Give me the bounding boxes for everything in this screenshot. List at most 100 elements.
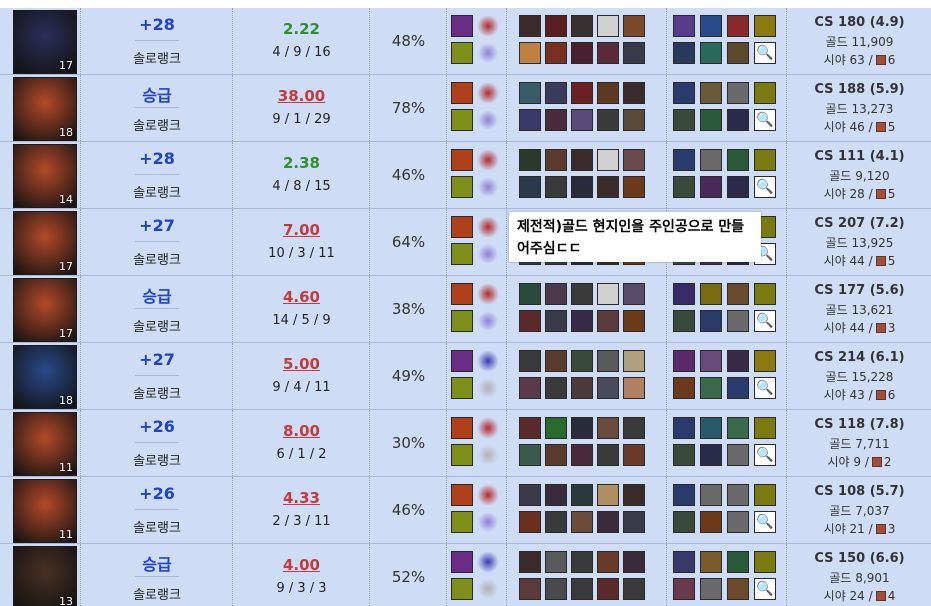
match-row[interactable]: 18 +27 솔로랭크 5.00 9 / 4 / 11 49% 🔍 CS 214 (6.1) 골… [0,343,931,410]
participant-champion-icon[interactable] [545,511,567,533]
search-icon[interactable]: 🔍 [754,176,776,198]
item-icon[interactable] [673,417,695,439]
participant-champion-icon[interactable] [519,350,541,372]
match-row[interactable]: 17 +27 솔로랭크 7.00 10 / 3 / 11 64% 🔍 CS 207 (7.2)… [0,209,931,276]
item-icon[interactable] [673,176,695,198]
item-icon[interactable] [727,15,749,37]
item-icon[interactable] [673,82,695,104]
secondary-rune-icon[interactable] [477,310,499,332]
participant-champion-icon[interactable] [519,377,541,399]
item-icon[interactable] [727,511,749,533]
item-icon[interactable] [700,417,722,439]
participant-champion-icon[interactable] [597,149,619,171]
keystone-rune-icon[interactable] [477,350,499,372]
participant-champion-icon[interactable] [519,42,541,64]
participant-champion-icon[interactable] [519,484,541,506]
item-icon[interactable] [700,15,722,37]
champion-portrait[interactable]: 17 [13,211,77,275]
participant-champion-icon[interactable] [519,176,541,198]
participant-champion-icon[interactable] [571,176,593,198]
item-icon[interactable] [700,444,722,466]
item-icon[interactable] [700,578,722,600]
participant-champion-icon[interactable] [597,578,619,600]
summoner-spell-icon[interactable] [451,511,473,533]
participant-champion-icon[interactable] [623,511,645,533]
item-icon[interactable] [727,176,749,198]
participant-champion-icon[interactable] [571,149,593,171]
participant-champion-icon[interactable] [519,149,541,171]
participant-champion-icon[interactable] [597,310,619,332]
summoner-spell-icon[interactable] [451,444,473,466]
participant-champion-icon[interactable] [519,15,541,37]
summoner-spell-icon[interactable] [451,310,473,332]
champion-portrait[interactable]: 17 [13,10,77,74]
participant-champion-icon[interactable] [545,417,567,439]
item-icon[interactable] [754,149,776,171]
secondary-rune-icon[interactable] [477,176,499,198]
item-icon[interactable] [727,578,749,600]
participant-champion-icon[interactable] [571,444,593,466]
participant-champion-icon[interactable] [519,444,541,466]
participant-champion-icon[interactable] [623,484,645,506]
match-row[interactable]: 18 승급 솔로랭크 38.00 9 / 1 / 29 78% 🔍 CS 188 (5.9) 골… [0,75,931,142]
participant-champion-icon[interactable] [623,149,645,171]
participant-champion-icon[interactable] [519,109,541,131]
item-icon[interactable] [727,109,749,131]
search-icon[interactable]: 🔍 [754,444,776,466]
participant-champion-icon[interactable] [571,484,593,506]
summoner-spell-icon[interactable] [451,42,473,64]
participant-champion-icon[interactable] [623,417,645,439]
item-icon[interactable] [700,551,722,573]
item-icon[interactable] [673,149,695,171]
item-icon[interactable] [673,578,695,600]
participant-champion-icon[interactable] [571,310,593,332]
participant-champion-icon[interactable] [623,283,645,305]
keystone-rune-icon[interactable] [477,149,499,171]
participant-champion-icon[interactable] [597,484,619,506]
participant-champion-icon[interactable] [597,417,619,439]
match-row[interactable]: 13 승급 솔로랭크 4.00 9 / 3 / 3 52% 🔍 CS 150 (6.6) 골드 … [0,544,931,606]
participant-champion-icon[interactable] [519,417,541,439]
participant-champion-icon[interactable] [545,283,567,305]
participant-champion-icon[interactable] [545,310,567,332]
participant-champion-icon[interactable] [623,176,645,198]
item-icon[interactable] [727,310,749,332]
participant-champion-icon[interactable] [597,350,619,372]
item-icon[interactable] [673,511,695,533]
participant-champion-icon[interactable] [519,310,541,332]
item-icon[interactable] [700,149,722,171]
keystone-rune-icon[interactable] [477,216,499,238]
champion-portrait[interactable]: 11 [13,412,77,476]
participant-champion-icon[interactable] [571,82,593,104]
match-row[interactable]: 11 +26 솔로랭크 8.00 6 / 1 / 2 30% 🔍 CS 118 (7.8) 골드… [0,410,931,477]
participant-champion-icon[interactable] [545,109,567,131]
participant-champion-icon[interactable] [519,511,541,533]
search-icon[interactable]: 🔍 [754,109,776,131]
participant-champion-icon[interactable] [571,377,593,399]
participant-champion-icon[interactable] [545,149,567,171]
keystone-rune-icon[interactable] [477,484,499,506]
item-icon[interactable] [727,484,749,506]
summoner-spell-icon[interactable] [451,377,473,399]
secondary-rune-icon[interactable] [477,42,499,64]
item-icon[interactable] [727,377,749,399]
item-icon[interactable] [754,82,776,104]
item-icon[interactable] [727,551,749,573]
participant-champion-icon[interactable] [597,82,619,104]
champion-portrait[interactable]: 14 [13,144,77,208]
item-icon[interactable] [754,417,776,439]
item-icon[interactable] [754,350,776,372]
champion-portrait[interactable]: 11 [13,479,77,543]
participant-champion-icon[interactable] [623,350,645,372]
participant-champion-icon[interactable] [597,511,619,533]
champion-portrait[interactable]: 18 [13,345,77,409]
item-icon[interactable] [754,15,776,37]
participant-champion-icon[interactable] [623,109,645,131]
participant-champion-icon[interactable] [571,417,593,439]
item-icon[interactable] [727,82,749,104]
keystone-rune-icon[interactable] [477,417,499,439]
participant-champion-icon[interactable] [597,444,619,466]
participant-champion-icon[interactable] [623,42,645,64]
participant-champion-icon[interactable] [519,578,541,600]
item-icon[interactable] [700,377,722,399]
